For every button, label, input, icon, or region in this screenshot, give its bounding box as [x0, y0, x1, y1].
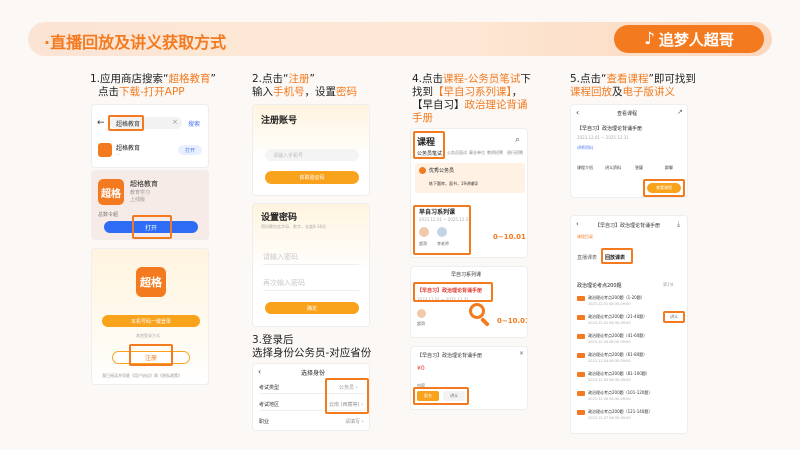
step2-caption: 2.点击“注册” 输入手机号，设置密码 [252, 73, 357, 98]
password-input[interactable]: 请输入密码 [263, 252, 298, 262]
lesson-date: 2023.12.07 08:30-09:00 [588, 416, 631, 420]
highlight-manual-box [413, 282, 493, 302]
tutorial-slide: ·直播回放及讲义获取方式 ♪ 追梦人超哥 1.应用商店搜索“超格教育” 点击下载… [0, 0, 800, 450]
group-chat-tab[interactable]: 群聊 [665, 165, 673, 171]
app-logo: 超格 [98, 179, 124, 205]
lesson-title: 政治理论考点200题（121-140题） [588, 409, 653, 414]
confirm-password-button[interactable]: 确定 [265, 302, 359, 314]
back-icon[interactable]: ‹ [258, 367, 261, 376]
replay-badge-icon [577, 315, 585, 320]
lesson-title: 政治理论考点200题（21-40题） [588, 314, 648, 319]
lesson-date: 2023.12.04 08:30-09:00 [588, 359, 631, 363]
back-arrow-icon[interactable]: ← [97, 118, 105, 128]
app-icon-small [98, 143, 112, 157]
handout-button[interactable]: 讲义 [663, 311, 685, 323]
lesson-row[interactable]: 政治理论考点200题（61-80题） 2023.12.04 08:30-09:00 [577, 351, 661, 368]
step1-appstore-search: ← 超格教育 × 搜索 超格教育 ... 打开 [91, 104, 209, 168]
lesson-title: 政治理论考点200题（61-80题） [588, 352, 648, 357]
get-code-button[interactable]: 获取验证码 [265, 171, 359, 184]
share-icon[interactable]: ↗ [677, 108, 683, 116]
highlight-course-tab-box [413, 131, 445, 159]
download-icon[interactable]: ⤓ [677, 220, 680, 229]
lesson-title: 政治理论考点200题（81-100题） [588, 371, 650, 376]
step1-login-screen: 超格 本机号码一键登录 其他登录方式 注册 我已阅读并同意《用户协议》和《隐私政… [91, 248, 209, 385]
lesson-date: 2023.12.01 08:30-09:00 [588, 302, 631, 306]
lesson-title: 政治理论考点200题（41-60题） [588, 333, 648, 338]
highlight-search-box [108, 115, 144, 131]
promo-banner[interactable]: 优秀公务员 练下题库，面书，19讲辅导 [415, 163, 525, 193]
job-select[interactable]: 请填写 › [345, 418, 364, 425]
lesson-row[interactable]: 政治理论考点200题（81-100题） 2023.12.05 08:30-09:0… [577, 370, 661, 387]
highlight-register-box [129, 344, 173, 366]
back-icon[interactable]: ‹ [576, 220, 579, 228]
lesson-title: 政治理论考点200题（101-120题） [588, 390, 653, 395]
step1-caption: 1.应用商店搜索“超格教育” 点击下载-打开APP [90, 73, 216, 98]
tab-public-inst[interactable]: 事业单位 [469, 150, 485, 156]
close-icon[interactable]: × [519, 350, 524, 357]
qa-tab[interactable]: 答疑 [635, 165, 643, 171]
step4-series-list: 早自习系列课 【早自习】政治理论背诵手册 2023.12.01 ~ 2025.1… [410, 266, 528, 338]
magnifier-handle-icon [480, 317, 490, 327]
lesson-date: 2023.12.03 08:30-09:00 [588, 340, 631, 344]
step5-course-detail: ‹ 查看课程 ↗ 【早自习】政治理论背诵手册 2023.12.01 ~ 2025… [570, 104, 688, 198]
lesson-row[interactable]: 政治理论考点200题（121-140题） 2023.12.07 08:30-09:… [577, 408, 661, 425]
highlight-identity-box [325, 378, 369, 414]
replay-badge-icon [577, 372, 585, 377]
lesson-date: 2023.12.02 08:30-09:00 [588, 321, 631, 325]
lesson-row[interactable]: 政治理论考点200题（101-120题） 2023.12.06 08:30-09:… [577, 389, 661, 406]
step4-course-screen: 课程 ⌕ 公务员笔试 公务员面试 事业单位 教师招聘 银行招聘 优秀公务员 练下… [410, 128, 528, 258]
step4-caption: 4.点击课程-公务员笔试下 找到【早自习系列课】， 【早自习】政治理论背诵 手册 [412, 73, 531, 124]
tab-live-schedule[interactable]: 直播课表 [577, 254, 597, 261]
clear-icon[interactable]: × [172, 118, 178, 126]
step2-password-screen: 设置密码 密码需包含字母、数字，长度8-16位 请输入密码 再次输入密码 确定 [252, 203, 370, 327]
tab-bank[interactable]: 银行招聘 [507, 150, 523, 156]
step4-signup-sheet: 【早自习】政治理论背诵手册 × ¥0 内容 报名 讲义 [410, 346, 528, 410]
lesson-row[interactable]: 政治理论考点200题（1-20题） 2023.12.01 08:30-09:00 [577, 294, 661, 311]
tiktok-note-icon: ♪ [644, 29, 655, 49]
promo-dot-icon [419, 167, 426, 174]
tab-interview[interactable]: 公务员面试 [447, 150, 467, 156]
one-click-login-button[interactable]: 本机号码一键登录 [102, 315, 200, 327]
search-button[interactable]: 搜索 [188, 119, 200, 128]
step5-caption: 5.点击“查看课程”即可找到 课程回放及电子版讲义 [570, 73, 696, 98]
replay-badge-icon [577, 410, 585, 415]
handout-tab[interactable]: 讲义资料 [605, 165, 621, 171]
course-intro-tab[interactable]: 课程介绍 [577, 165, 593, 171]
step2-register-screen: 注册账号 请输入手机号 获取验证码 [252, 104, 370, 196]
page-title: ·直播回放及讲义获取方式 [44, 33, 227, 52]
app-logo-large: 超格 [136, 267, 166, 297]
lesson-row[interactable]: 政治理论考点200题（21-40题） 2023.12.02 08:30-09:00 [577, 313, 661, 330]
lesson-row[interactable]: 政治理论考点200题（41-60题） 2023.12.03 08:30-09:00 [577, 332, 661, 349]
step5-lesson-list: ‹ 【早自习】政治理论背诵手册 ⤓ 课程目录 直播课表 回放课表 政治理论考点2… [570, 215, 688, 434]
avatar [417, 309, 426, 318]
replay-badge-icon [577, 391, 585, 396]
replay-badge-icon [577, 334, 585, 339]
tab-teacher[interactable]: 教师招聘 [487, 150, 503, 156]
step1-app-detail: 超格 超格教育 教育学习 上线版 总数令超 打开 [91, 170, 209, 240]
search-icon[interactable]: ⌕ [515, 135, 520, 145]
phone-input[interactable]: 请输入手机号 [265, 149, 359, 161]
brand-badge: ♪ 追梦人超哥 [614, 25, 764, 53]
back-icon[interactable]: ‹ [576, 108, 579, 117]
brand-text: 追梦人超哥 [658, 30, 734, 49]
highlight-replay-tab-box [601, 248, 633, 264]
lesson-title: 政治理论考点200题（1-20题） [588, 295, 645, 300]
lesson-date: 2023.12.06 08:30-09:00 [588, 397, 631, 401]
replay-badge-icon [577, 353, 585, 358]
step3-identity-screen: ‹ 选择身份 考试类型 公务员 › 考试地区 云南 (西藏等) › 职业 请填写… [252, 363, 370, 431]
highlight-view-course-box [643, 179, 685, 197]
password-confirm-input[interactable]: 再次输入密码 [263, 278, 305, 288]
header-banner: ·直播回放及讲义获取方式 ♪ 追梦人超哥 [28, 22, 772, 56]
result-open-button[interactable]: 打开 [178, 145, 202, 155]
replay-badge-icon [577, 296, 585, 301]
highlight-option-box [413, 387, 469, 405]
highlight-series-box [413, 205, 471, 255]
step3-caption: 3.登录后 选择身份公务员-对应省份 [252, 334, 372, 359]
lesson-date: 2023.12.05 08:30-09:00 [588, 378, 631, 382]
highlight-open-box [132, 215, 172, 239]
